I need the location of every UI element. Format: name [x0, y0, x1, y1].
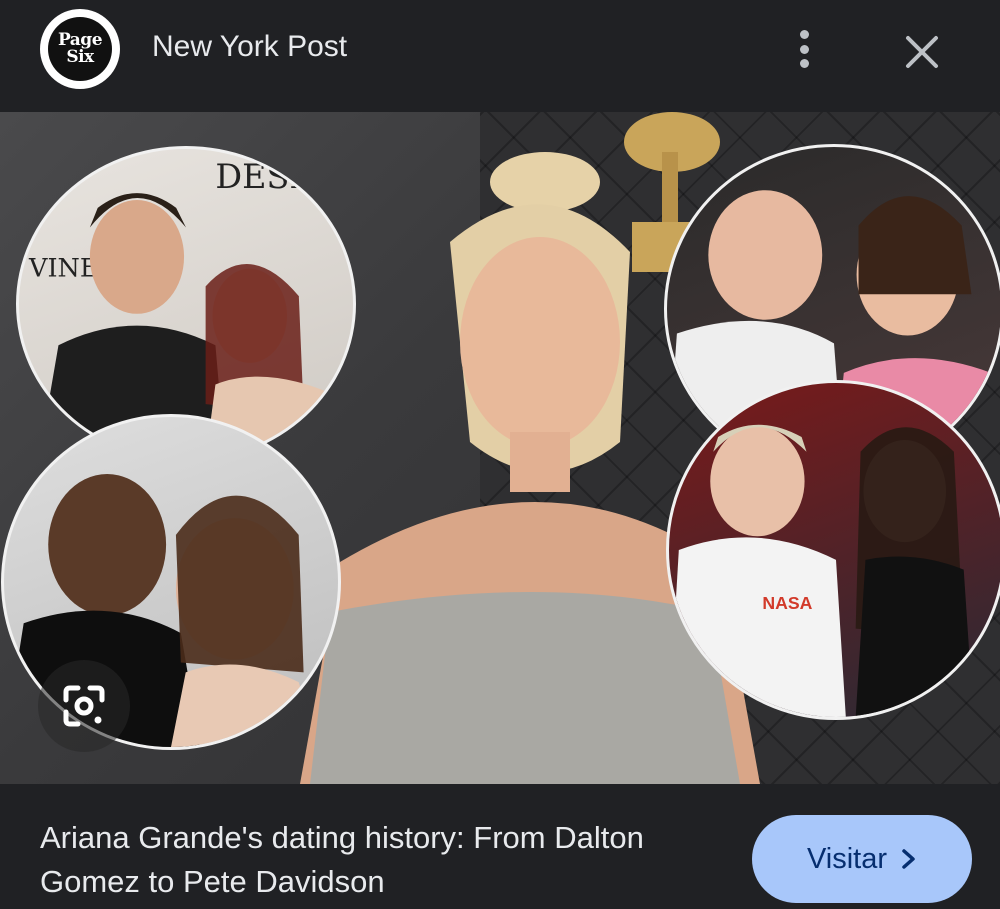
visit-label: Visitar	[806, 842, 888, 875]
site-name: New York Post	[152, 30, 348, 63]
source-logo: Page Six	[40, 9, 120, 89]
close-icon	[906, 36, 938, 68]
shirt-text: NASA	[762, 593, 812, 613]
result-image[interactable]: DESIGN VINE NASA	[0, 112, 1000, 784]
page-six-logo: Page Six	[48, 17, 112, 81]
inset-photo-4-art: NASA	[669, 424, 974, 717]
more-vert-icon	[799, 30, 809, 39]
lens-search-button[interactable]	[38, 660, 130, 752]
logo-text-line2: Six	[66, 47, 94, 67]
more-options-button[interactable]	[784, 24, 824, 74]
inset-photo-1-art: DESIGN VINE	[28, 157, 353, 459]
chevron-right-icon	[902, 849, 915, 869]
visit-button[interactable]: Visitar	[752, 815, 972, 903]
google-lens-icon	[63, 685, 105, 727]
more-vert-icon-dot	[799, 59, 809, 68]
backdrop-text: VINE	[28, 254, 98, 284]
result-title[interactable]: Ariana Grande's dating history: From Dal…	[40, 816, 700, 904]
top-bar: Page Six New York Post	[0, 0, 1000, 112]
close-button[interactable]	[900, 30, 944, 74]
inset-photo-4: NASA	[666, 380, 1000, 720]
more-vert-icon-dot	[799, 44, 809, 54]
